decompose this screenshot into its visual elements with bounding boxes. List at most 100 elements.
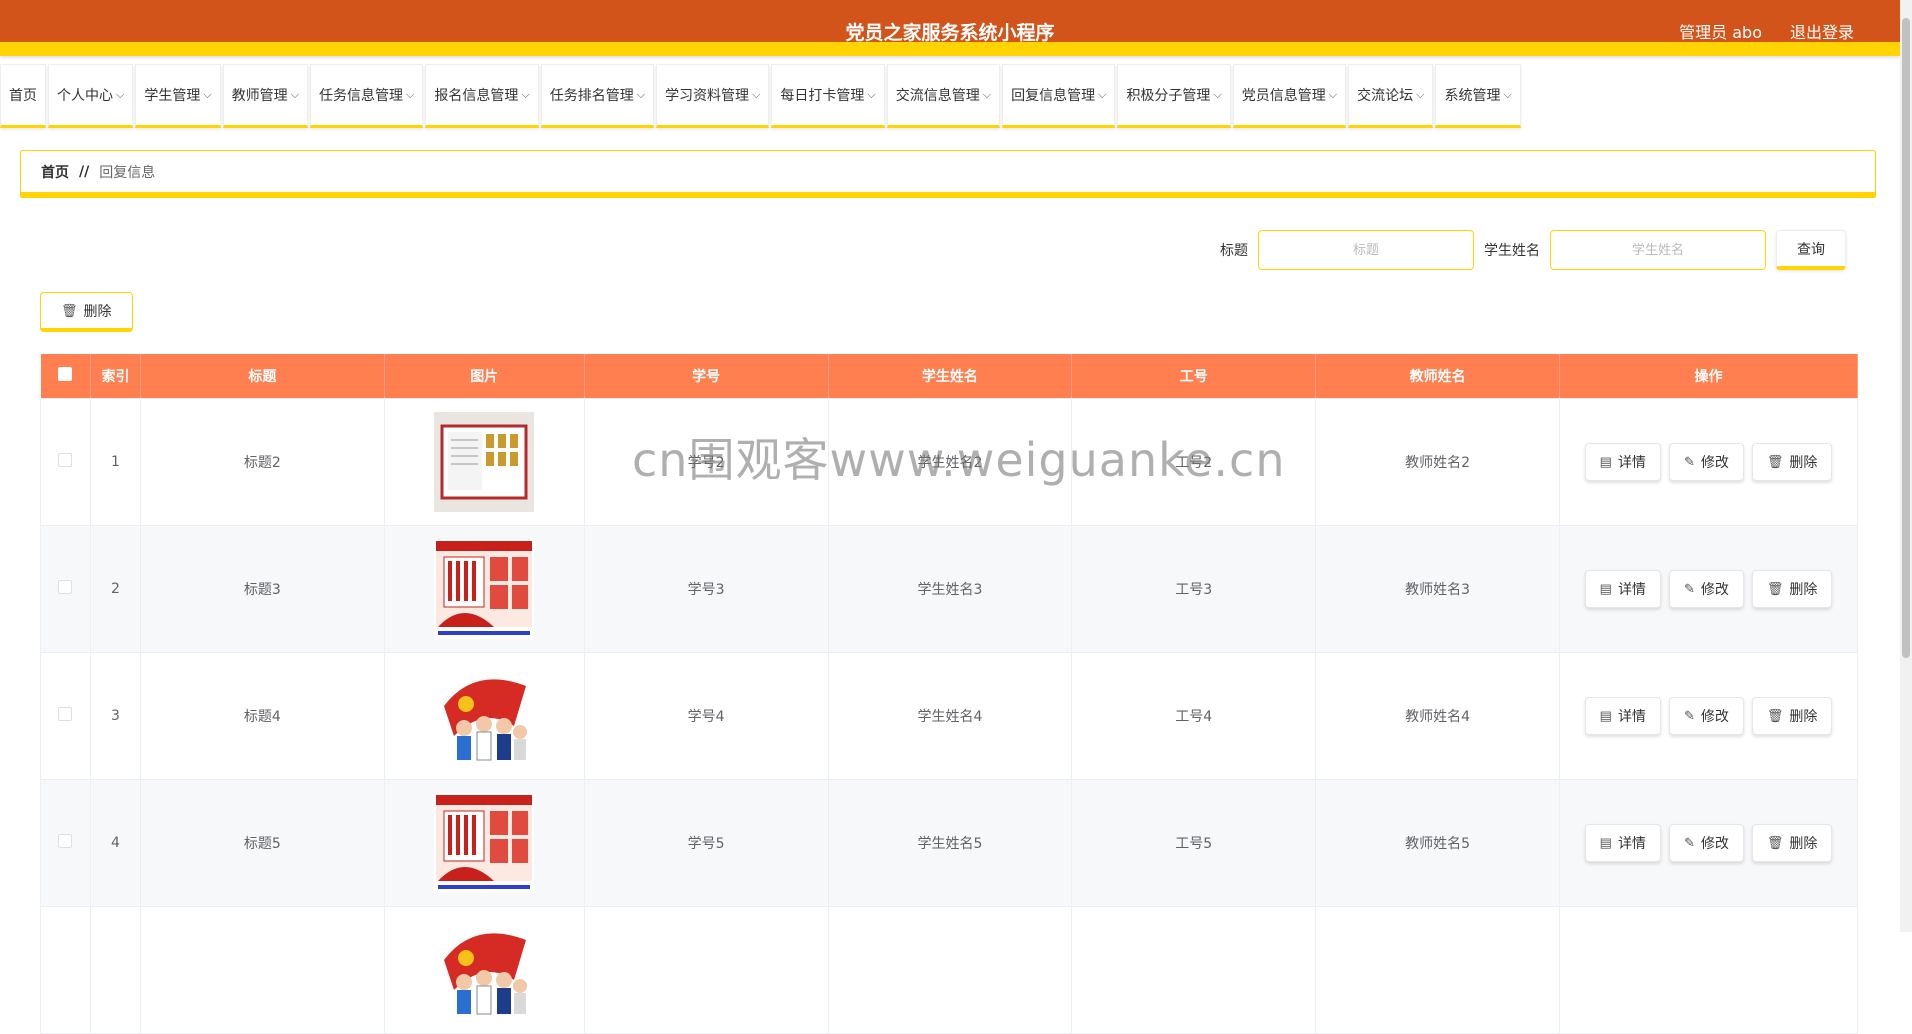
row-select-cell <box>40 905 91 1034</box>
cell-index: 2 <box>89 524 141 653</box>
nav-item-11[interactable]: 积极分子管理 ⌵ <box>1117 64 1231 128</box>
pencil-icon: ✎ <box>1683 453 1695 469</box>
query-button[interactable]: 查询 <box>1776 230 1846 270</box>
cell-student-name: 学生姓名3 <box>827 524 1073 653</box>
delete-button[interactable]: 🗑 删除 <box>1751 569 1833 608</box>
nav-item-4[interactable]: 任务信息管理 ⌵ <box>310 64 424 128</box>
delete-button[interactable]: 🗑 删除 <box>1751 696 1833 735</box>
cell-actions: ▤ 详情 ✎ 修改 🗑 删除 <box>1559 651 1858 780</box>
nav-item-8[interactable]: 每日打卡管理 ⌵ <box>771 64 885 128</box>
select-all-cell[interactable] <box>40 354 91 398</box>
title-search-input[interactable] <box>1258 230 1474 270</box>
cell-title: 标题5 <box>139 778 385 907</box>
nav-item-14[interactable]: 系统管理 ⌵ <box>1435 64 1521 128</box>
row-checkbox[interactable] <box>58 706 73 721</box>
row-select-cell[interactable] <box>40 397 91 526</box>
row-select-cell[interactable] <box>40 651 91 780</box>
nav-item-10[interactable]: 回复信息管理 ⌵ <box>1002 64 1116 128</box>
edit-button[interactable]: ✎ 修改 <box>1668 823 1744 862</box>
table-row: 4 标题5 学号5 学生姓名5 工号5 教师姓名5 ▤ 详情 ✎ 修改 🗑 删除 <box>40 778 1858 907</box>
thumbnail-image <box>434 538 535 639</box>
edit-label: 修改 <box>1700 834 1729 851</box>
col-index: 索引 <box>90 354 141 398</box>
cell-title: 标题3 <box>139 524 385 653</box>
logout-link[interactable]: 退出登录 <box>1790 19 1854 43</box>
detail-button[interactable]: ▤ 详情 <box>1584 823 1661 862</box>
chevron-down-icon: ⌵ <box>1416 88 1425 101</box>
chevron-down-icon: ⌵ <box>982 88 992 101</box>
student-search-input[interactable] <box>1550 230 1766 270</box>
detail-button[interactable]: ▤ 详情 <box>1584 696 1661 735</box>
vertical-scrollbar[interactable] <box>1900 0 1912 932</box>
breadcrumb-home[interactable]: 首页 <box>41 162 69 182</box>
nav-item-7[interactable]: 学习资料管理 ⌵ <box>656 64 770 128</box>
thumbnail-image <box>434 792 535 893</box>
top-header: 党员之家服务系统小程序 管理员 abo 退出登录 <box>0 0 1900 56</box>
chevron-down-icon: ⌵ <box>1503 88 1512 101</box>
batch-delete-button[interactable]: 🗑 删除 <box>40 292 133 332</box>
nav-item-label: 任务排名管理 <box>549 88 634 104</box>
row-checkbox[interactable] <box>58 833 73 848</box>
chevron-down-icon: ⌵ <box>636 88 646 101</box>
edit-label: 修改 <box>1700 707 1729 724</box>
detail-button[interactable]: ▤ 详情 <box>1584 442 1661 481</box>
edit-button[interactable]: ✎ 修改 <box>1668 696 1744 735</box>
nav-item-6[interactable]: 任务排名管理 ⌵ <box>540 64 655 128</box>
cell-work-no: 工号3 <box>1071 524 1317 653</box>
nav-item-0[interactable]: 首页 <box>0 64 46 128</box>
chevron-down-icon: ⌵ <box>1328 88 1338 101</box>
nav-item-13[interactable]: 交流论坛 ⌵ <box>1348 64 1434 128</box>
cell-work-no <box>1071 905 1317 1034</box>
title-search-label: 标题 <box>1220 243 1248 259</box>
select-all-checkbox[interactable] <box>58 366 73 381</box>
nav-item-label: 系统管理 <box>1444 88 1501 104</box>
chevron-down-icon: ⌵ <box>752 88 761 101</box>
cell-student-no: 学号2 <box>583 397 829 526</box>
nav-item-label: 首页 <box>9 88 37 104</box>
edit-label: 修改 <box>1700 453 1729 470</box>
cell-image <box>383 778 585 907</box>
trash-icon: 🗑 <box>1766 453 1784 469</box>
cell-title: 标题4 <box>139 651 385 780</box>
trash-icon: 🗑 <box>61 302 78 318</box>
search-bar: 标题 学生姓名 查询 <box>1220 230 1846 270</box>
row-select-cell[interactable] <box>40 778 91 907</box>
nav-item-1[interactable]: 个人中心 ⌵ <box>48 64 134 128</box>
row-checkbox[interactable] <box>58 452 73 467</box>
trash-icon: 🗑 <box>1766 580 1784 596</box>
table-row: 3 标题4 学号4 学生姓名4 工号4 教师姓名4 ▤ 详情 ✎ 修改 🗑 删除 <box>40 651 1858 780</box>
cell-title: 标题2 <box>139 397 385 526</box>
nav-item-3[interactable]: 教师管理 ⌵ <box>222 64 309 128</box>
table-header-row: 索引 标题 图片 学号 学生姓名 工号 教师姓名 操作 <box>40 354 1858 398</box>
document-icon: ▤ <box>1599 580 1612 596</box>
delete-button[interactable]: 🗑 删除 <box>1751 823 1833 862</box>
edit-label: 修改 <box>1700 580 1729 597</box>
col-title: 标题 <box>140 354 385 398</box>
nav-item-9[interactable]: 交流信息管理 ⌵ <box>886 64 1001 128</box>
chevron-down-icon: ⌵ <box>290 88 300 101</box>
scrollbar-thumb[interactable] <box>1902 18 1910 658</box>
row-select-cell[interactable] <box>40 524 91 653</box>
delete-button[interactable]: 🗑 删除 <box>1751 442 1833 481</box>
nav-item-5[interactable]: 报名信息管理 ⌵ <box>425 64 539 128</box>
row-checkbox[interactable] <box>58 579 73 594</box>
cell-student-no: 学号4 <box>583 651 829 780</box>
cell-image <box>383 397 585 526</box>
nav-item-label: 学习资料管理 <box>665 88 750 104</box>
col-actions: 操作 <box>1559 354 1858 398</box>
nav-item-label: 交流论坛 <box>1357 88 1414 104</box>
edit-button[interactable]: ✎ 修改 <box>1668 442 1744 481</box>
app-title: 党员之家服务系统小程序 <box>845 22 1055 44</box>
col-image: 图片 <box>384 354 585 398</box>
thumbnail-image <box>434 919 535 1020</box>
delete-label: 删除 <box>1789 834 1818 851</box>
cell-work-no: 工号4 <box>1071 651 1317 780</box>
cell-actions: ▤ 详情 ✎ 修改 🗑 删除 <box>1559 778 1858 907</box>
chevron-down-icon: ⌵ <box>203 88 212 101</box>
nav-item-2[interactable]: 学生管理 ⌵ <box>135 64 221 128</box>
edit-button[interactable]: ✎ 修改 <box>1668 569 1744 608</box>
nav-item-12[interactable]: 党员信息管理 ⌵ <box>1232 64 1347 128</box>
detail-button[interactable]: ▤ 详情 <box>1584 569 1661 608</box>
cell-image <box>383 905 585 1034</box>
cell-image <box>383 524 585 653</box>
